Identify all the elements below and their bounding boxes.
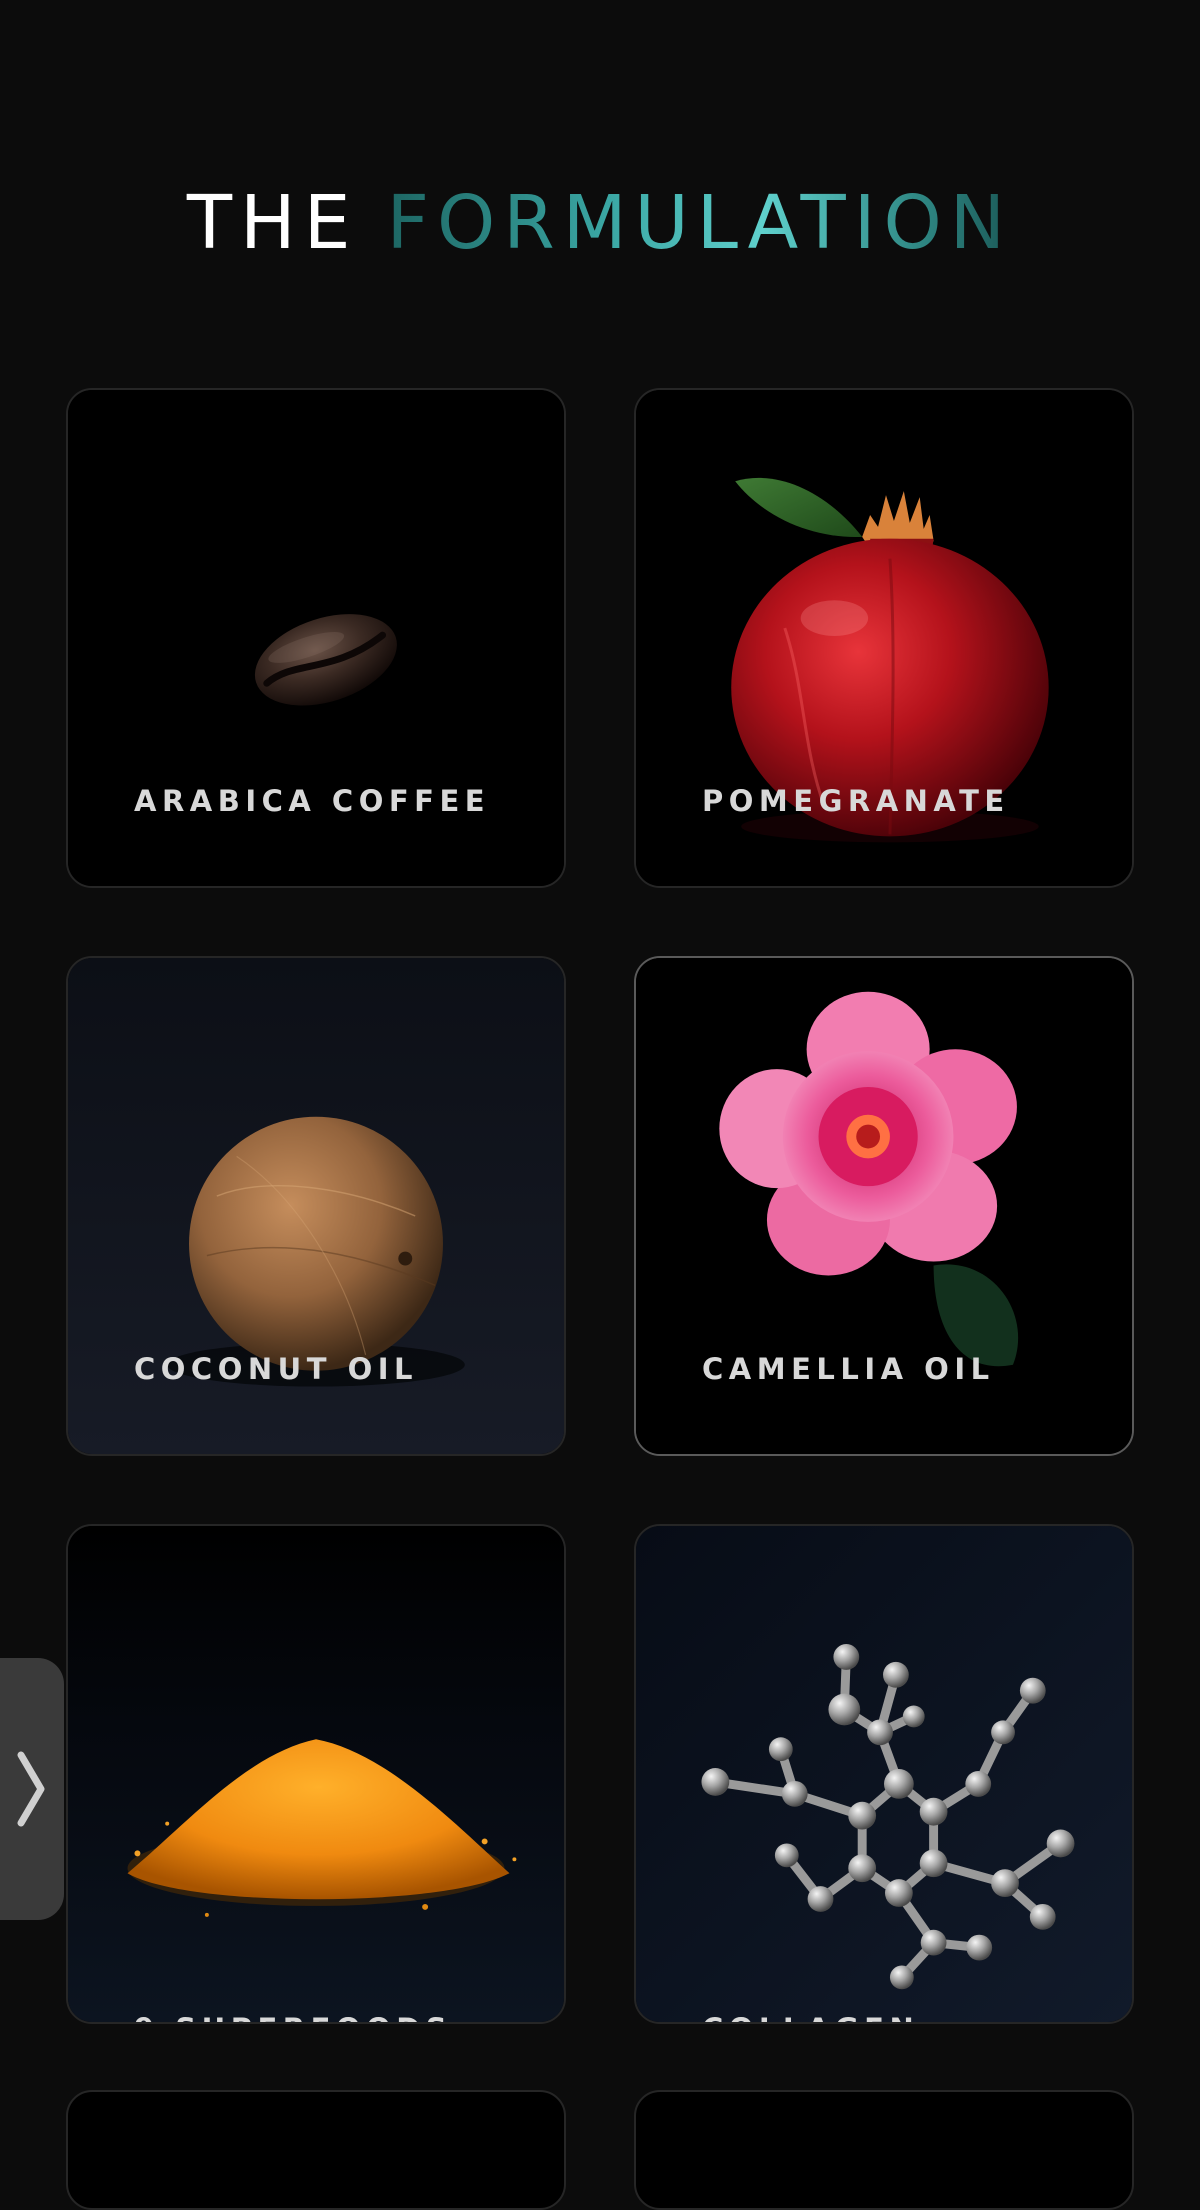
ingredient-label: ARABICA COFFEE (134, 784, 491, 818)
ingredient-card-collagen-peptides[interactable]: COLLAGEN PEPTIDES (634, 1524, 1134, 2024)
ingredient-label: 9 SUPERFOODS BLEND (134, 2008, 524, 2022)
ingredient-card-arabica-coffee[interactable]: ARABICA COFFEE (66, 388, 566, 888)
ingredient-card-camellia-oil[interactable]: CAMELLIA OIL (634, 956, 1134, 1456)
chevron-right-icon (17, 1751, 45, 1827)
title-word-formulation: FORMULATION (386, 179, 1014, 266)
ingredient-card-coconut-oil[interactable]: COCONUT OIL (66, 956, 566, 1456)
ingredient-card-partial[interactable] (634, 2090, 1134, 2210)
ingredient-card-superfoods-blend[interactable]: 9 SUPERFOODS BLEND (66, 1524, 566, 2024)
ingredient-label: COLLAGEN PEPTIDES (702, 2008, 1092, 2022)
section-title: THE FORMULATION (0, 178, 1200, 268)
molecule-icon (636, 1526, 1132, 2022)
ingredient-card-pomegranate[interactable]: POMEGRANATE (634, 388, 1134, 888)
title-word-the: THE (186, 179, 359, 266)
ingredient-label: CAMELLIA OIL (702, 1352, 995, 1386)
ingredient-card-partial[interactable] (66, 2090, 566, 2210)
side-drawer-toggle[interactable] (0, 1658, 64, 1920)
superfood-powder-icon (68, 1526, 564, 2022)
ingredient-label: POMEGRANATE (702, 784, 1010, 818)
ingredient-label: COCONUT OIL (134, 1352, 418, 1386)
